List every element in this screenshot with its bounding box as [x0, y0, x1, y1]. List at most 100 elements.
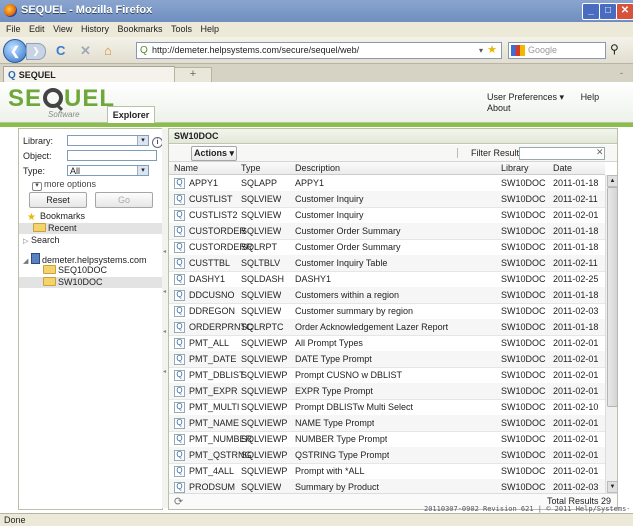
cell-library: SW10DOC — [501, 354, 546, 364]
expand-icon[interactable]: ▷ — [23, 236, 31, 247]
object-type-icon: Q — [174, 386, 185, 397]
search-icon[interactable]: ⚲ — [610, 42, 619, 56]
cell-type: SQLTBLV — [241, 258, 281, 268]
header-band — [0, 123, 633, 127]
user-preferences-link[interactable]: User Preferences ▾ — [487, 92, 564, 102]
scroll-thumb[interactable] — [607, 187, 618, 407]
tree-item-seq10doc[interactable]: SEQ10DOC — [43, 265, 107, 276]
bookmark-star-icon[interactable]: ★ — [487, 43, 497, 58]
tree-item-sw10doc[interactable]: SW10DOC — [19, 277, 162, 288]
app-header: SE UEL Software Explorer User Preferences… — [0, 82, 633, 124]
splitter-grip-icon: ◂ — [163, 329, 167, 335]
tab-list-icon[interactable]: - — [620, 68, 623, 78]
object-type-icon: Q — [174, 194, 185, 205]
table-row[interactable]: Q PMT_NUMBER SQLVIEWP NUMBER Type Prompt SW1… — [169, 431, 605, 448]
menu-edit[interactable]: Edit — [29, 24, 45, 34]
actions-button[interactable]: Actions ▾ — [191, 146, 237, 161]
table-row[interactable]: Q CUSTLIST2 SQLVIEW Customer Inquiry SW10DOC… — [169, 207, 605, 224]
library-label: Library: — [23, 136, 54, 146]
object-type-icon: Q — [174, 210, 185, 221]
close-button[interactable]: ✕ — [616, 3, 633, 20]
tab-sequel[interactable]: Q SEQUEL — [3, 66, 175, 83]
minimize-button[interactable]: _ — [582, 3, 600, 20]
cell-library: SW10DOC — [501, 370, 546, 380]
table-row[interactable]: Q PMT_4ALL SQLVIEWP Prompt with *ALL SW10DOC… — [169, 463, 605, 480]
home-icon[interactable]: ⌂ — [104, 44, 112, 57]
library-select[interactable]: ▾ — [67, 135, 149, 146]
menu-view[interactable]: View — [53, 24, 72, 34]
tree-item-recent[interactable]: Recent — [19, 223, 162, 234]
object-input[interactable] — [67, 150, 157, 161]
table-row[interactable]: Q PMT_DBLIST SQLVIEWP Prompt CUSNO w DBLIST… — [169, 367, 605, 384]
table-row[interactable]: Q CUSTORDERR SQLRPT Customer Order Summary S… — [169, 239, 605, 256]
cell-type: SQLVIEWP — [241, 370, 288, 380]
object-type-icon: Q — [174, 370, 185, 381]
cell-date: 2011-02-01 — [553, 450, 599, 460]
maximize-button[interactable]: □ — [599, 3, 617, 20]
table-row[interactable]: Q PMT_MULTI SQLVIEWP Prompt DBLISTw Multi S… — [169, 399, 605, 416]
menu-tools[interactable]: Tools — [171, 24, 192, 34]
type-select[interactable]: All ▾ — [67, 165, 149, 176]
table-row[interactable]: Q DDCUSNO SQLVIEW Customers within a region… — [169, 287, 605, 304]
results-panel: SW10DOC Actions ▾ Filter Results ▾ ✕ Nam… — [168, 128, 618, 510]
url-dropdown-icon[interactable]: ▾ — [479, 43, 483, 58]
table-row[interactable]: Q DASHY1 SQLDASH DASHY1 SW10DOC 2011-02-25 — [169, 271, 605, 288]
tab-strip: Q SEQUEL + - — [0, 64, 633, 83]
cell-library: SW10DOC — [501, 386, 546, 396]
table-row[interactable]: Q APPY1 SQLAPP APPY1 SW10DOC 2011-01-18 — [169, 175, 605, 192]
cell-date: 2011-02-01 — [553, 338, 599, 348]
tree-item-server[interactable]: ◢ demeter.helpsystems.com — [23, 253, 147, 267]
table-row[interactable]: Q PMT_QSTRNG SQLVIEWP QSTRING Type Prompt SW… — [169, 447, 605, 464]
table-row[interactable]: Q PMT_DATE SQLVIEWP DATE Type Prompt SW10DOC… — [169, 351, 605, 368]
menu-history[interactable]: History — [81, 24, 109, 34]
table-row[interactable]: Q ORDERPRNTC SQLRPTC Order Acknowledgement … — [169, 319, 605, 336]
stop-icon[interactable]: ✕ — [80, 44, 91, 57]
address-bar[interactable]: Qhttp://demeter.helpsystems.com/secure/s… — [136, 42, 502, 59]
new-tab-button[interactable]: + — [174, 67, 212, 83]
scroll-up-icon[interactable]: ▲ — [607, 175, 618, 187]
results-scrollbar[interactable]: ▲ ▼ — [605, 175, 618, 493]
column-name[interactable]: Name — [174, 162, 198, 174]
clear-filter-icon[interactable]: ✕ — [596, 147, 604, 158]
tree-item-search[interactable]: ▷QSearch — [23, 235, 60, 246]
cell-description: Customer Inquiry Table — [295, 258, 388, 268]
cell-type: SQLVIEWP — [241, 386, 288, 396]
filter-input[interactable] — [519, 147, 605, 160]
table-row[interactable]: Q PMT_EXPR SQLVIEWP EXPR Type Prompt SW10DOC… — [169, 383, 605, 400]
back-icon[interactable]: ❮ — [3, 39, 27, 63]
table-row[interactable]: Q CUSTLIST SQLVIEW Customer Inquiry SW10DOC 2… — [169, 191, 605, 208]
tree-item-bookmarks[interactable]: ★ Bookmarks — [27, 211, 85, 223]
table-row[interactable]: Q CUSTTBL SQLTBLV Customer Inquiry Table SW1… — [169, 255, 605, 272]
table-row[interactable]: Q CUSTORDER SQLVIEW Customer Order Summary S… — [169, 223, 605, 240]
star-icon: ★ — [27, 212, 36, 223]
table-row[interactable]: Q PMT_ALL SQLVIEWP All Prompt Types SW10DOC 2… — [169, 335, 605, 352]
collapse-icon[interactable]: ◢ — [23, 256, 31, 267]
column-date[interactable]: Date — [553, 162, 572, 174]
menu-help[interactable]: Help — [201, 24, 220, 34]
help-link[interactable]: Help — [581, 92, 600, 102]
reload-icon[interactable]: C — [56, 44, 65, 57]
table-row[interactable]: Q DDREGON SQLVIEW Customer summary by regio… — [169, 303, 605, 320]
tab-explorer[interactable]: Explorer — [107, 106, 155, 124]
about-link[interactable]: About — [487, 103, 511, 113]
column-description[interactable]: Description — [295, 162, 340, 174]
forward-icon[interactable]: ❯ — [26, 43, 46, 60]
reset-button[interactable]: Reset — [29, 192, 87, 208]
column-library[interactable]: Library — [501, 162, 529, 174]
table-row[interactable]: Q PMT_NAME SQLVIEWP NAME Type Prompt SW10DOC… — [169, 415, 605, 432]
menu-file[interactable]: File — [6, 24, 21, 34]
object-type-icon: Q — [174, 290, 185, 301]
column-type[interactable]: Type — [241, 162, 261, 174]
search-input[interactable]: Google — [508, 42, 606, 59]
cell-name: CUSTORDER — [189, 226, 246, 236]
header-links: User Preferences ▾ Help About — [487, 92, 633, 113]
cell-name: DDCUSNO — [189, 290, 235, 300]
menu-bookmarks[interactable]: Bookmarks — [117, 24, 162, 34]
scroll-down-icon[interactable]: ▼ — [607, 481, 618, 493]
cell-date: 2011-02-01 — [553, 434, 599, 444]
cell-date: 2011-02-25 — [553, 274, 599, 284]
more-options-toggle[interactable]: ▾ more options — [32, 179, 96, 191]
cell-type: SQLVIEWP — [241, 434, 288, 444]
refresh-icon[interactable]: ⟳ — [174, 495, 183, 508]
go-button[interactable]: Go — [95, 192, 153, 208]
